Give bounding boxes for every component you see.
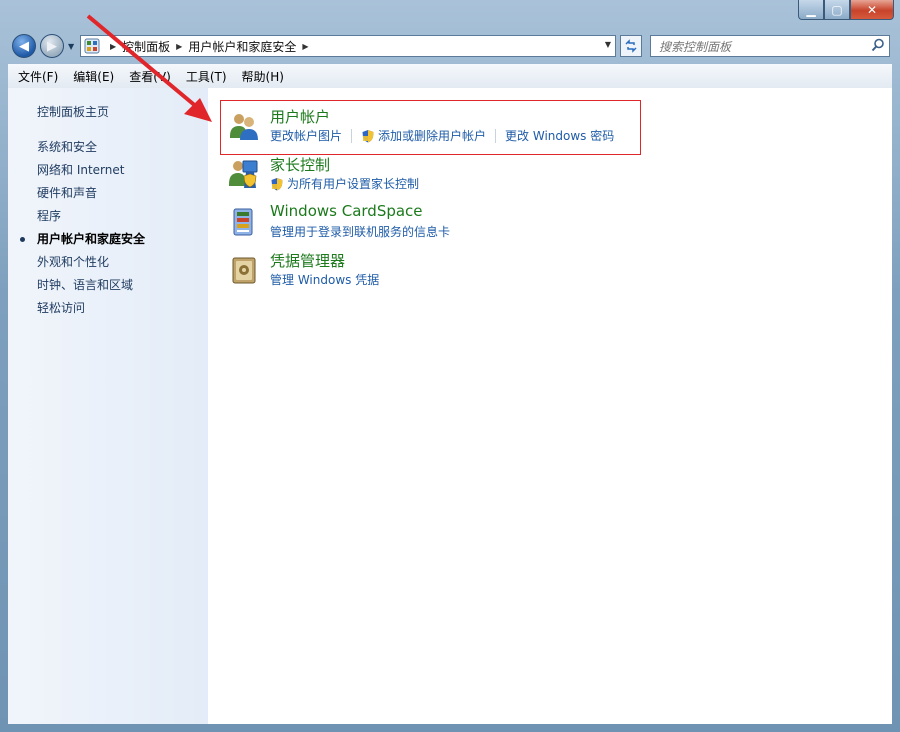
manage-info-cards-link[interactable]: 管理用于登录到联机服务的信息卡: [270, 223, 450, 240]
sidebar-item-ease-of-access[interactable]: 轻松访问: [37, 297, 145, 320]
set-parental-controls-link[interactable]: 为所有用户设置家长控制: [287, 175, 419, 192]
minimize-button[interactable]: ▁: [798, 0, 824, 20]
breadcrumb-separator-icon[interactable]: ▶: [302, 42, 308, 51]
cardspace-icon[interactable]: [228, 206, 260, 238]
sidebar-item-hardware-sound[interactable]: 硬件和声音: [37, 182, 145, 205]
recent-pages-dropdown-icon[interactable]: ▼: [68, 42, 74, 51]
sidebar-item-appearance[interactable]: 外观和个性化: [37, 251, 145, 274]
sidebar-item-programs[interactable]: 程序: [37, 205, 145, 228]
sidebar-item-network-internet[interactable]: 网络和 Internet: [37, 159, 145, 182]
search-icon[interactable]: [871, 38, 885, 52]
refresh-icon: [625, 39, 637, 53]
forward-arrow-icon[interactable]: ▶: [40, 34, 64, 58]
main-panel: 用户帐户 更改帐户图片 添加或删除用户帐户 更改 Windows 密码 家长控制…: [208, 88, 892, 724]
watermark-url: jingyan.baidu.com: [688, 680, 832, 698]
sidebar: 控制面板主页 系统和安全 网络和 Internet 硬件和声音 程序 用户帐户和…: [8, 88, 208, 724]
category-links: 管理 Windows 凭据: [270, 271, 379, 288]
explorer-window: ▁ ▢ ✕ ◀ ▶ ▼ ▶ 控制面板 ▶ 用户帐户和家庭安全 ▶ ▼ 搜索控制面…: [0, 0, 900, 732]
watermark-brand: Baidu经验: [688, 642, 845, 677]
category-title[interactable]: 家长控制: [270, 154, 330, 175]
category-title[interactable]: Windows CardSpace: [270, 202, 423, 220]
sidebar-item-clock-language[interactable]: 时钟、语言和区域: [37, 274, 145, 297]
sidebar-item-system-security[interactable]: 系统和安全: [37, 136, 145, 159]
address-dropdown-icon[interactable]: ▼: [605, 40, 611, 49]
sidebar-list: 系统和安全 网络和 Internet 硬件和声音 程序 用户帐户和家庭安全 外观…: [20, 136, 146, 320]
category-links: 管理用于登录到联机服务的信息卡: [270, 223, 450, 240]
category-links: 为所有用户设置家长控制: [270, 175, 419, 192]
annotation-arrow-icon: [86, 14, 212, 122]
baidu-watermark: Baidu经验 jingyan.baidu.com: [688, 634, 844, 698]
category-title[interactable]: 凭据管理器: [270, 250, 345, 271]
parental-controls-icon[interactable]: [228, 158, 260, 190]
search-input[interactable]: [657, 37, 861, 57]
maximize-button[interactable]: ▢: [824, 0, 850, 20]
refresh-button[interactable]: [620, 35, 642, 57]
content-area: 控制面板主页 系统和安全 网络和 Internet 硬件和声音 程序 用户帐户和…: [8, 88, 892, 724]
close-button[interactable]: ✕: [850, 0, 894, 20]
sidebar-item-user-accounts[interactable]: 用户帐户和家庭安全: [20, 228, 146, 251]
credential-manager-icon[interactable]: [228, 254, 260, 286]
menu-help[interactable]: 帮助(H): [232, 68, 289, 85]
annotation-highlight-box: [220, 100, 641, 155]
window-controls: ▁ ▢ ✕: [798, 0, 894, 20]
search-box[interactable]: [650, 35, 890, 57]
back-arrow-icon[interactable]: ◀: [12, 34, 36, 58]
uac-shield-icon: [271, 177, 283, 190]
sidebar-item-label: 用户帐户和家庭安全: [37, 232, 146, 246]
manage-windows-credentials-link[interactable]: 管理 Windows 凭据: [270, 271, 379, 288]
menu-file[interactable]: 文件(F): [8, 68, 63, 85]
active-bullet-icon: [20, 237, 25, 242]
